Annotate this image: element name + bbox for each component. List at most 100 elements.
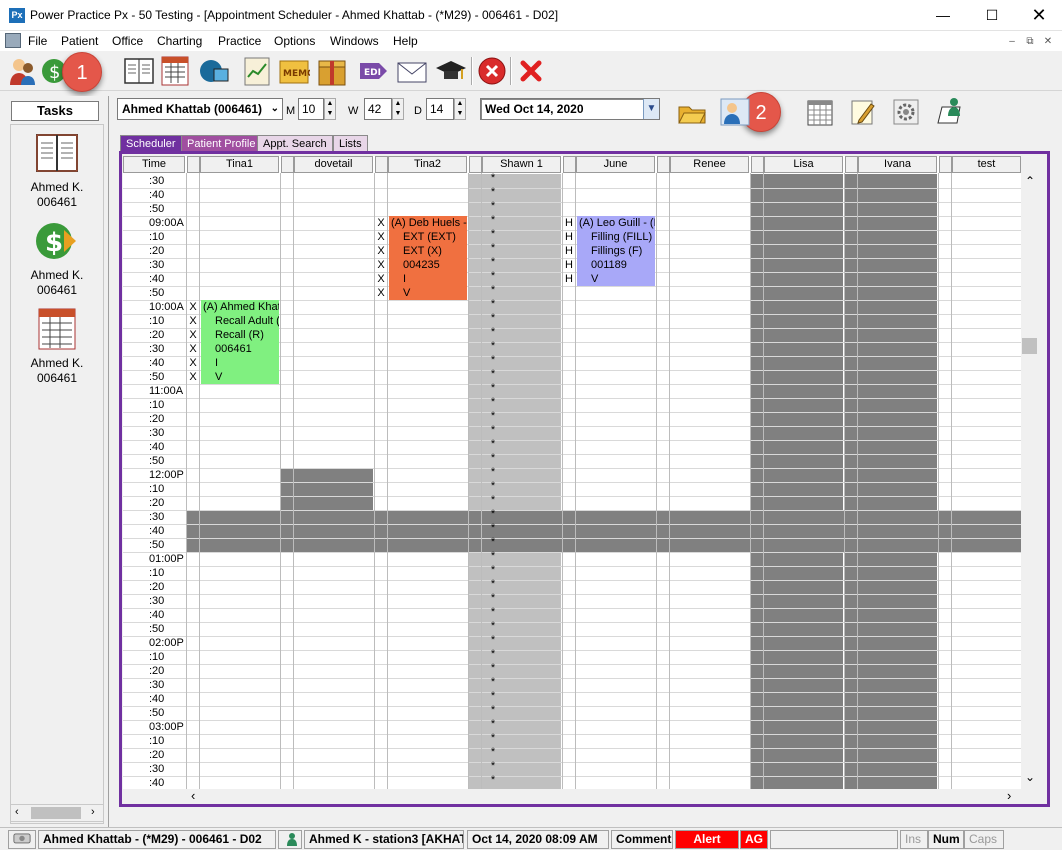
tina1-status-mark[interactable]: X	[187, 370, 199, 384]
week-stepper[interactable]: ▲ ▼	[392, 98, 404, 120]
mdi-minimize-icon[interactable]: –	[1004, 34, 1020, 49]
tina1-appointment-line[interactable]: I	[201, 356, 279, 370]
june-status-mark[interactable]: H	[563, 272, 575, 286]
date-picker[interactable]: Wed Oct 14, 2020 ▼	[480, 98, 660, 120]
graduation-icon[interactable]	[435, 55, 467, 87]
mail-icon[interactable]	[396, 55, 428, 87]
provider-icon[interactable]	[720, 98, 750, 126]
col-dovetail-header[interactable]: dovetail	[294, 156, 373, 173]
tina2-appointment-line[interactable]: V	[389, 286, 467, 300]
col-ivana-header[interactable]: Ivana	[858, 156, 937, 173]
menu-patient[interactable]: Patient	[61, 34, 98, 48]
mdi-close-icon[interactable]: ✕	[1040, 34, 1056, 49]
tina1-appointment-line[interactable]: Recall Adult (	[201, 314, 279, 328]
scroll-down-icon[interactable]: ⌄	[1025, 770, 1035, 784]
month-stepper[interactable]: ▲ ▼	[324, 98, 336, 120]
june-appointment-line[interactable]: V	[577, 272, 655, 286]
tina2-status-mark[interactable]: X	[375, 230, 387, 244]
scroll-thumb[interactable]	[31, 807, 81, 819]
minimize-button[interactable]: —	[920, 0, 966, 30]
june-status-mark[interactable]: H	[563, 230, 575, 244]
task-item-scheduler[interactable]: Ahmed K. 006461	[14, 130, 100, 210]
col-june-header[interactable]: June	[576, 156, 655, 173]
tina2-status-mark[interactable]: X	[375, 244, 387, 258]
calendar-icon[interactable]	[806, 99, 834, 127]
recall-person-icon[interactable]	[935, 96, 965, 126]
status-alert[interactable]: Alert	[675, 830, 739, 849]
status-ag[interactable]: AG	[740, 830, 768, 849]
col-time-header[interactable]: Time	[123, 156, 185, 173]
scroll-right-icon[interactable]: ›	[1007, 788, 1011, 803]
scheduler-book-icon[interactable]	[123, 55, 155, 87]
week-input[interactable]: 42	[364, 98, 392, 120]
day-input[interactable]: 14	[426, 98, 454, 120]
tina1-status-mark[interactable]: X	[187, 328, 199, 342]
memo-icon[interactable]: MEMO	[278, 55, 315, 87]
patients-icon[interactable]	[6, 55, 38, 87]
col-test-header[interactable]: test	[952, 156, 1021, 173]
camera-icon[interactable]	[8, 830, 36, 849]
june-appointment-line[interactable]: 001189	[577, 258, 655, 272]
edi-icon[interactable]: EDI	[357, 55, 389, 87]
june-status-mark[interactable]: H	[563, 244, 575, 258]
settings-icon[interactable]	[892, 98, 920, 126]
june-appointment-line[interactable]: Filling (FILL)	[577, 230, 655, 244]
tina1-appointment-line[interactable]: Recall (R)	[201, 328, 279, 342]
folder-icon[interactable]	[677, 98, 707, 126]
scroll-right-icon[interactable]: ›	[91, 806, 95, 818]
tina1-status-mark[interactable]: X	[187, 300, 199, 314]
day-stepper[interactable]: ▲ ▼	[454, 98, 466, 120]
menu-options[interactable]: Options	[274, 34, 315, 48]
mdi-restore-icon[interactable]: ⧉	[1022, 34, 1038, 49]
tina2-status-mark[interactable]: X	[375, 286, 387, 300]
scroll-up-icon[interactable]: ⌃	[1025, 174, 1035, 188]
tina1-appointment-line[interactable]: 006461	[201, 342, 279, 356]
col-tina2-header[interactable]: Tina2	[388, 156, 467, 173]
col-tina1-header[interactable]: Tina1	[200, 156, 279, 173]
close-button[interactable]: ✕	[1016, 0, 1062, 30]
task-item-chart[interactable]: Ahmed K. 006461	[14, 306, 100, 386]
imaging-icon[interactable]	[198, 55, 230, 87]
menu-charting[interactable]: Charting	[157, 34, 202, 48]
col-lisa-header[interactable]: Lisa	[764, 156, 843, 173]
tina1-appointment-line[interactable]: V	[201, 370, 279, 384]
vertical-scrollbar[interactable]: ⌃ ⌄	[1021, 174, 1038, 789]
package-icon[interactable]	[316, 55, 348, 87]
patient-select[interactable]: Ahmed Khattab (006461) ⌄	[117, 98, 283, 120]
status-comment[interactable]: Comment	[611, 830, 673, 849]
june-appointment-line[interactable]: Fillings (F)	[577, 244, 655, 258]
close-circle-icon[interactable]	[476, 55, 508, 87]
june-appointment-line[interactable]: (A) Leo Guill - (H	[577, 216, 655, 230]
june-status-mark[interactable]: H	[563, 216, 575, 230]
task-item-ledger[interactable]: $ Ahmed K. 006461	[14, 218, 100, 298]
clipboard-icon[interactable]	[241, 55, 273, 87]
tasks-scrollbar[interactable]: ‹ ›	[10, 804, 104, 822]
chart-icon[interactable]	[160, 55, 192, 87]
tina1-appointment-line[interactable]: (A) Ahmed Khat	[201, 300, 279, 314]
tina2-status-mark[interactable]: X	[375, 258, 387, 272]
menu-office[interactable]: Office	[112, 34, 143, 48]
maximize-button[interactable]: ☐	[969, 0, 1015, 30]
tina2-appointment-line[interactable]: (A) Deb Huels -	[389, 216, 467, 230]
tina2-appointment-line[interactable]: EXT (X)	[389, 244, 467, 258]
mdi-doc-icon[interactable]	[5, 33, 21, 48]
tina2-status-mark[interactable]: X	[375, 216, 387, 230]
month-input[interactable]: 10	[298, 98, 324, 120]
tina2-appointment-line[interactable]: I	[389, 272, 467, 286]
horizontal-scrollbar[interactable]: ‹ ›	[187, 788, 1021, 804]
scroll-left-icon[interactable]: ‹	[15, 806, 19, 818]
scroll-thumb[interactable]	[1022, 338, 1037, 354]
tina1-status-mark[interactable]: X	[187, 342, 199, 356]
tina2-appointment-line[interactable]: EXT (EXT)	[389, 230, 467, 244]
tina1-status-mark[interactable]: X	[187, 356, 199, 370]
tina2-appointment-line[interactable]: 004235	[389, 258, 467, 272]
scroll-left-icon[interactable]: ‹	[191, 788, 195, 803]
menu-windows[interactable]: Windows	[330, 34, 379, 48]
june-status-mark[interactable]: H	[563, 258, 575, 272]
menu-help[interactable]: Help	[393, 34, 418, 48]
menu-file[interactable]: File	[28, 34, 47, 48]
red-x-icon[interactable]	[515, 55, 547, 87]
menu-practice[interactable]: Practice	[218, 34, 261, 48]
col-renee-header[interactable]: Renee	[670, 156, 749, 173]
notepad-edit-icon[interactable]	[849, 98, 877, 126]
